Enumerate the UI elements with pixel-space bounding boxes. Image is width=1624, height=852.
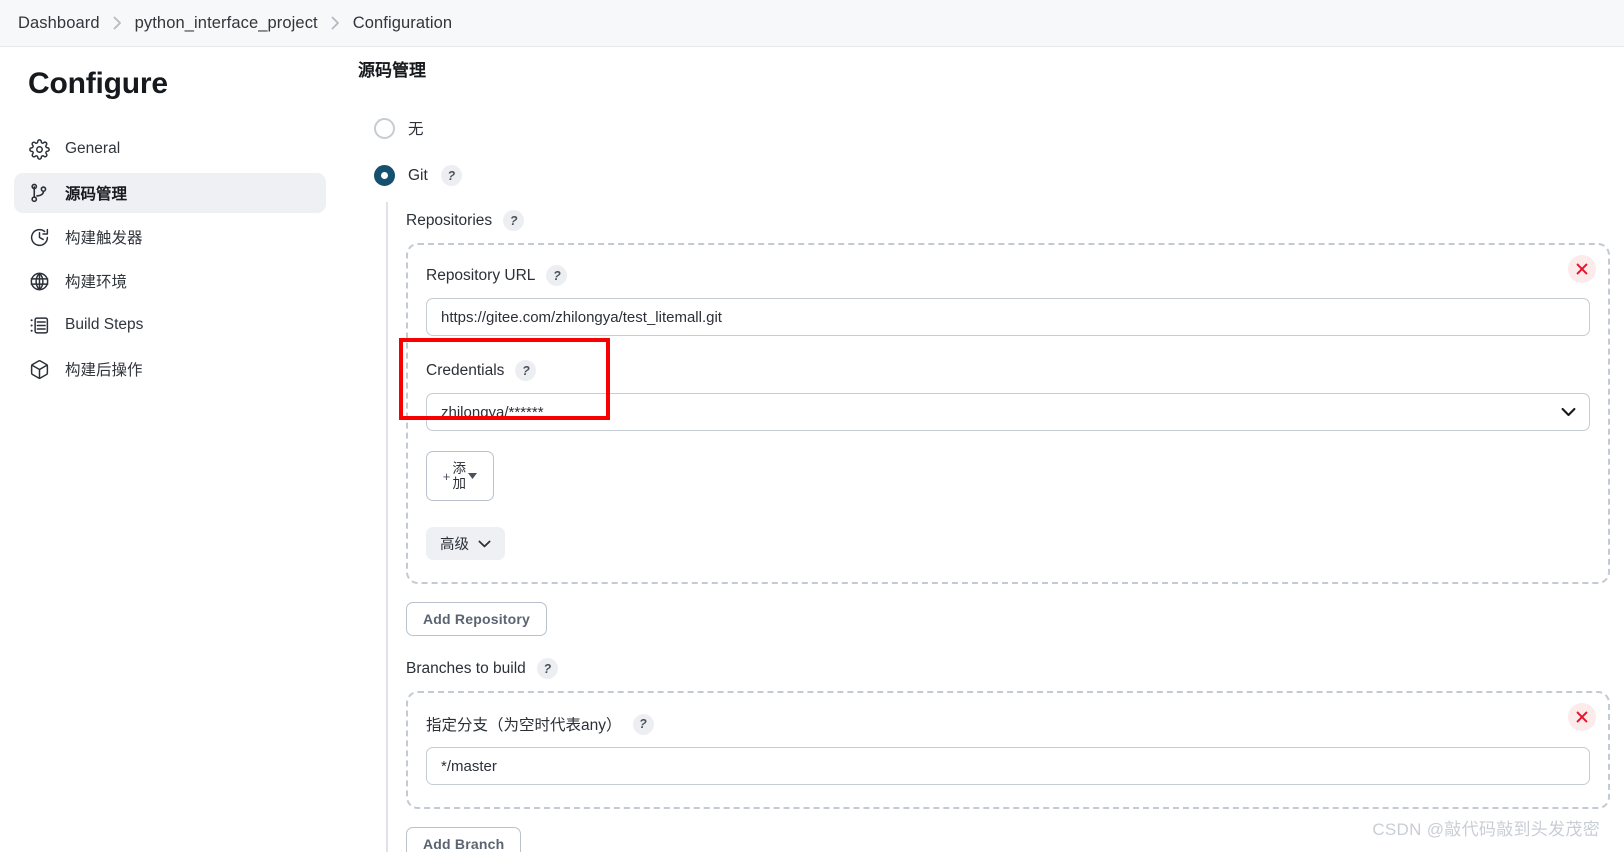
sidebar-menu: General 源码管理 构建触发器 构建环境 Build Steps 构建后操… [0,129,340,389]
page-root: Dashboard python_interface_project Confi… [0,0,1624,852]
sidebar-item-label: 构建触发器 [65,230,143,247]
credentials-label-row: Credentials ? [426,360,1590,381]
branch-specifier-input[interactable] [426,747,1590,785]
sidebar: Configure General 源码管理 构建触发器 构建环境 Build … [0,47,340,852]
add-credentials-label: 添加 [452,460,467,491]
scm-section-title: 源码管理 [358,61,426,80]
globe-icon [28,270,50,292]
git-branch-icon [28,182,50,204]
sidebar-item-build-steps[interactable]: Build Steps [14,305,326,345]
credentials-select[interactable] [426,393,1590,431]
breadcrumb: Dashboard python_interface_project Confi… [0,0,1624,47]
branches-to-build-label: Branches to build [406,659,526,677]
advanced-toggle-button[interactable]: 高级 [426,527,505,560]
breadcrumb-item-dashboard[interactable]: Dashboard [18,14,100,33]
scm-option-none[interactable]: 无 [356,117,1616,139]
repository-card: Repository URL ? Credentials ? + 添加 [406,243,1610,584]
scm-option-git[interactable]: Git ? [356,165,1616,186]
credentials-select-wrapper [426,393,1590,431]
radio-git[interactable] [374,165,395,186]
plus-icon: + [442,468,451,484]
credentials-label: Credentials [426,361,505,379]
sidebar-item-label: 构建环境 [65,274,128,291]
close-icon[interactable] [1568,255,1596,283]
radio-none[interactable] [374,117,395,139]
sidebar-item-scm[interactable]: 源码管理 [14,173,326,213]
breadcrumb-item-configuration[interactable]: Configuration [353,14,452,33]
repository-url-label: Repository URL [426,266,536,284]
chevron-right-icon [331,16,340,30]
sidebar-item-general[interactable]: General [14,129,326,169]
help-icon-branches[interactable]: ? [536,658,558,679]
advanced-label: 高级 [440,537,469,553]
close-icon[interactable] [1568,703,1596,731]
add-credentials-button[interactable]: + 添加 [426,451,494,501]
help-icon-repositories[interactable]: ? [503,210,525,231]
clock-icon [28,226,50,248]
watermark: CSDN @敲代码敲到头发茂密 [1372,820,1600,839]
breadcrumb-item-project[interactable]: python_interface_project [135,14,318,33]
sidebar-item-label: Build Steps [65,316,144,333]
branch-specifier-label-row: 指定分支（为空时代表any） ? [426,713,1590,735]
gear-icon [28,138,50,160]
help-icon-git[interactable]: ? [440,165,462,186]
help-icon-repository-url[interactable]: ? [546,265,568,286]
scm-panel: 源码管理 无 Git ? Repositories ? Repository U… [340,47,1624,852]
branches-label-row: Branches to build ? [406,658,1616,679]
scm-option-label: 无 [408,121,424,138]
sidebar-item-post-build-actions[interactable]: 构建后操作 [14,349,326,389]
list-icon [28,314,50,336]
repository-url-label-row: Repository URL ? [426,265,1590,286]
scm-option-label: Git [408,166,428,184]
add-branch-button[interactable]: Add Branch [406,827,522,852]
chevron-right-icon [113,16,122,30]
page-title: Configure [28,67,168,100]
branch-card: 指定分支（为空时代表any） ? [406,691,1610,809]
sidebar-item-label: 源码管理 [65,186,128,203]
sidebar-item-build-environment[interactable]: 构建环境 [14,261,326,301]
add-repository-button[interactable]: Add Repository [406,602,548,636]
package-icon [28,358,50,380]
git-settings: Repositories ? Repository URL ? Credenti… [386,202,1616,852]
repositories-label: Repositories [406,211,493,229]
branch-specifier-label: 指定分支（为空时代表any） [426,717,622,734]
help-icon-branch-specifier[interactable]: ? [632,713,654,735]
chevron-down-icon [478,540,491,548]
sidebar-item-build-triggers[interactable]: 构建触发器 [14,217,326,257]
caret-down-icon [468,473,478,479]
sidebar-item-label: General [65,140,121,157]
repositories-label-row: Repositories ? [406,210,1616,231]
help-icon-credentials[interactable]: ? [515,360,537,381]
repository-url-input[interactable] [426,298,1590,336]
sidebar-item-label: 构建后操作 [65,362,143,379]
